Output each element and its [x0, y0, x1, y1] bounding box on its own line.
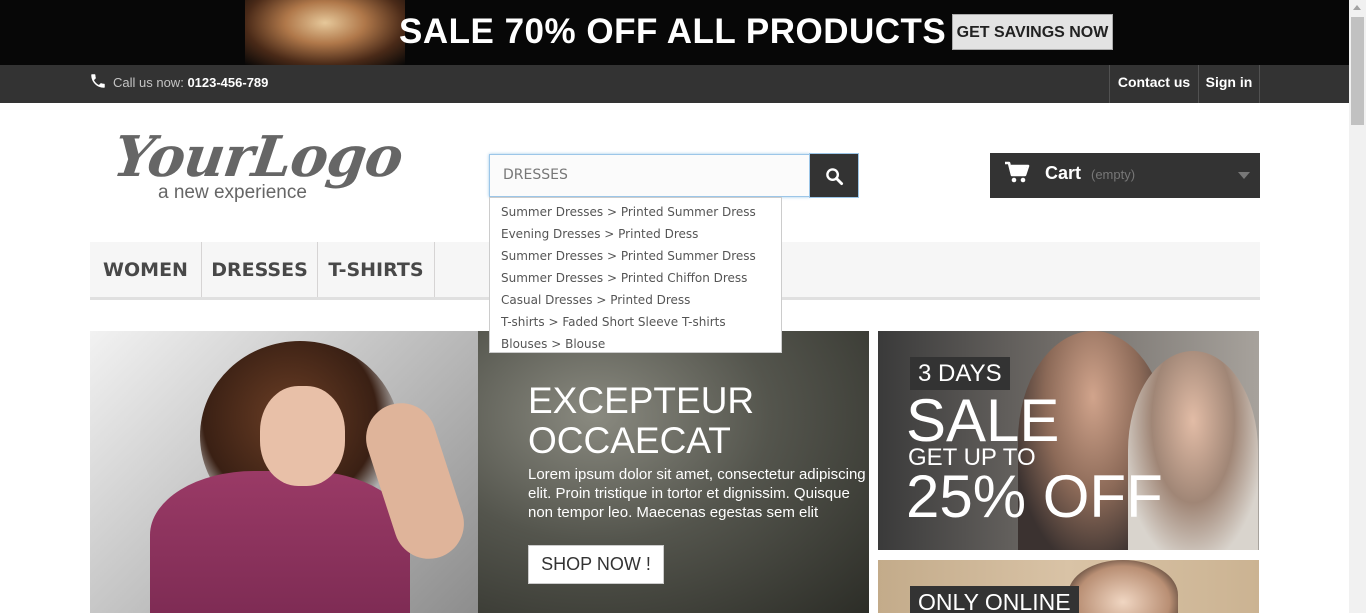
slider-title-line1: EXCEPTEUR	[528, 380, 755, 421]
autocomplete-item[interactable]: Summer Dresses > Printed Chiffon Dress	[490, 267, 781, 289]
promo-banner[interactable]: SALE 70% OFF ALL PRODUCTS GET SAVINGS NO…	[0, 0, 1349, 65]
slider-body: Lorem ipsum dolor sit amet, consectetur …	[528, 466, 866, 521]
cart-button[interactable]: Cart (empty)	[990, 153, 1260, 198]
autocomplete-item[interactable]: Casual Dresses > Printed Dress	[490, 289, 781, 311]
cart-status: (empty)	[1091, 167, 1136, 182]
banner-model-image	[1068, 560, 1178, 613]
scroll-up-icon[interactable]	[1353, 5, 1361, 10]
promo-model-image	[245, 0, 405, 65]
slider-text-panel: EXCEPTEUR OCCAECAT Lorem ipsum dolor sit…	[478, 331, 869, 613]
promo-headline: SALE 70% OFF ALL PRODUCTS	[399, 12, 947, 51]
menu-item-tshirts[interactable]: T-SHIRTS	[318, 242, 435, 297]
call-us-label: Call us now:	[113, 75, 184, 90]
search-button[interactable]	[809, 153, 859, 198]
cart-label: Cart	[1045, 163, 1082, 183]
site-logo[interactable]: YourLogo a new experience	[109, 124, 406, 210]
top-navbar: Call us now: 0123-456-789 Contact us Sig…	[0, 65, 1349, 103]
autocomplete-item[interactable]: Summer Dresses > Printed Summer Dress	[490, 245, 781, 267]
banner-online-badge: ONLY ONLINE	[910, 586, 1079, 613]
phone-number: 0123-456-789	[187, 75, 269, 90]
model-face	[260, 386, 345, 486]
search-icon	[826, 168, 844, 186]
menu-item-dresses[interactable]: DRESSES	[202, 242, 318, 297]
sale-banner[interactable]: 3 DAYS SALE GET UP TO 25% OFF	[878, 331, 1259, 550]
autocomplete-item[interactable]: T-shirts > Faded Short Sleeve T-shirts	[490, 311, 781, 333]
autocomplete-item[interactable]: Blouses > Blouse	[490, 333, 781, 355]
banner-days-badge: 3 DAYS	[910, 357, 1010, 390]
menu-item-women[interactable]: WOMEN	[90, 242, 202, 297]
page-scrollbar[interactable]	[1349, 0, 1366, 613]
autocomplete-item[interactable]: Summer Dresses > Printed Summer Dress	[490, 201, 781, 223]
search-autocomplete: Summer Dresses > Printed Summer Dress Ev…	[489, 197, 782, 353]
search-input[interactable]: DRESSES	[489, 154, 810, 197]
slider-title-line2: OCCAECAT	[528, 420, 731, 461]
online-banner[interactable]: ONLY ONLINE	[878, 560, 1259, 613]
autocomplete-item[interactable]: Evening Dresses > Printed Dress	[490, 223, 781, 245]
logo-tagline: a new experience	[158, 182, 307, 203]
phone-icon	[91, 74, 105, 88]
chevron-down-icon	[1238, 172, 1250, 179]
get-savings-button[interactable]: GET SAVINGS NOW	[952, 14, 1113, 50]
banner-discount-text: 25% OFF	[906, 463, 1163, 530]
call-us-text: Call us now: 0123-456-789	[113, 75, 268, 90]
sign-in-link[interactable]: Sign in	[1198, 65, 1260, 103]
home-slider[interactable]: EXCEPTEUR OCCAECAT Lorem ipsum dolor sit…	[90, 331, 869, 613]
slider-title: EXCEPTEUR OCCAECAT	[528, 381, 754, 461]
logo-wordmark: YourLogo	[109, 124, 407, 190]
shop-now-button[interactable]: SHOP NOW !	[528, 545, 664, 584]
scrollbar-thumb[interactable]	[1351, 17, 1364, 125]
model-top	[150, 471, 410, 613]
cart-icon	[1005, 161, 1030, 183]
slider-model-image	[90, 331, 478, 613]
contact-us-link[interactable]: Contact us	[1109, 65, 1198, 103]
